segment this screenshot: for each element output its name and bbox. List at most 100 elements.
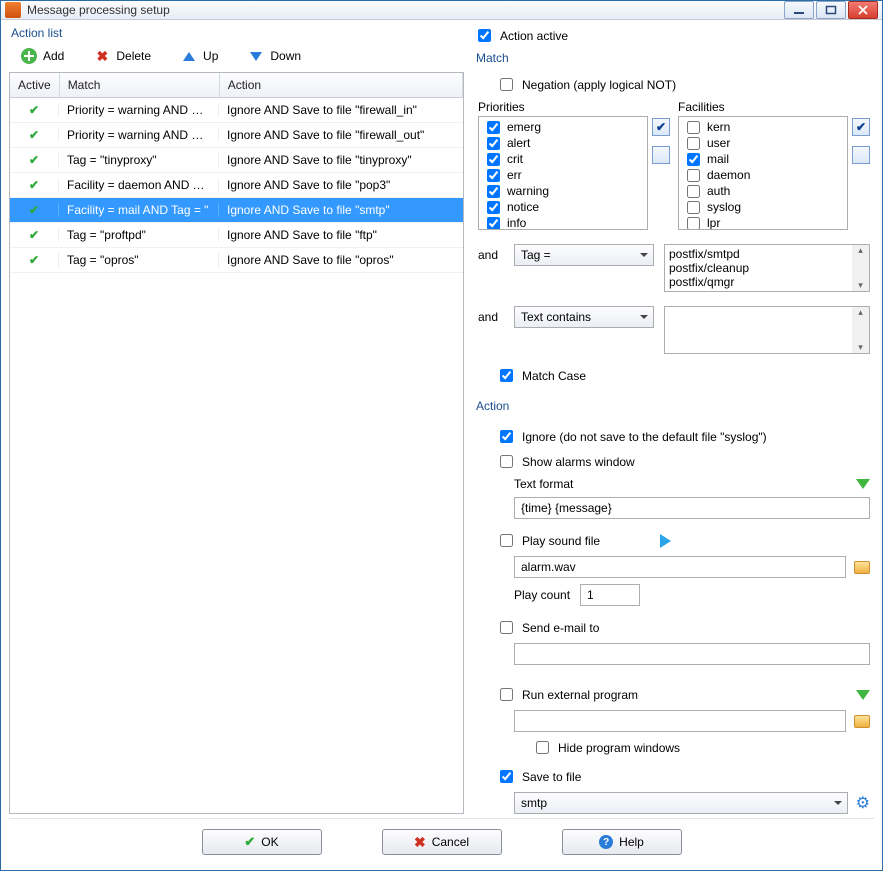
action-list-label: Action list [11, 26, 464, 40]
gear-icon[interactable]: ⚙ [856, 793, 870, 813]
sound-file-input[interactable]: alarm.wav [514, 556, 846, 578]
row-action: Ignore AND Save to file "firewall_out" [218, 128, 463, 142]
help-icon: ? [599, 835, 613, 849]
table-row[interactable]: ✔Facility = mail AND Tag = "Ignore AND S… [10, 198, 463, 223]
match-group-label: Match [476, 51, 874, 65]
active-check-icon: ✔ [29, 228, 39, 242]
show-alarms-checkbox[interactable]: Show alarms window [496, 452, 635, 471]
arrow-down-icon [250, 52, 262, 61]
check-icon: ✔ [244, 834, 255, 850]
priorities-list[interactable]: emergalertcriterrwarningnoticeinfodebug [478, 116, 648, 230]
row-match: Tag = "proftpd" [58, 228, 218, 242]
facility-item[interactable]: syslog [683, 199, 843, 215]
ok-button[interactable]: ✔ OK [202, 829, 322, 855]
priorities-clear-all[interactable] [652, 146, 670, 164]
email-input[interactable] [514, 643, 870, 665]
facilities-list[interactable]: kernusermaildaemonauthsysloglprnewsuucp [678, 116, 848, 230]
arrow-up-icon [183, 52, 195, 61]
col-match[interactable]: Match [60, 73, 220, 97]
minimize-button[interactable] [784, 1, 814, 19]
facilities-select-all[interactable]: ✔ [852, 118, 870, 136]
maximize-button[interactable] [816, 1, 846, 19]
row-action: Ignore AND Save to file "pop3" [218, 178, 463, 192]
down-button[interactable]: Down [248, 48, 301, 64]
browse-program-icon[interactable] [854, 715, 870, 728]
help-button[interactable]: ? Help [562, 829, 682, 855]
close-button[interactable] [848, 1, 878, 19]
facility-item[interactable]: user [683, 135, 843, 151]
play-sound-checkbox[interactable]: Play sound file [496, 531, 600, 550]
action-table: Active Match Action ✔ Priority = warning … [9, 72, 464, 814]
row-action: Ignore AND Save to file "tinyproxy" [218, 153, 463, 167]
table-row[interactable]: ✔ Priority = warning AND FacIgnore AND Sa… [10, 98, 463, 123]
row-action: Ignore AND Save to file "ftp" [218, 228, 463, 242]
titlebar: Message processing setup [1, 1, 882, 20]
row-match: Facility = mail AND Tag = " [58, 203, 218, 217]
external-program-input[interactable] [514, 710, 846, 732]
active-check-icon: ✔ [29, 253, 39, 267]
facility-item[interactable]: lpr [683, 215, 843, 230]
active-check-icon: ✔ [29, 178, 39, 192]
facility-item[interactable]: kern [683, 119, 843, 135]
up-button[interactable]: Up [181, 48, 218, 64]
priority-item[interactable]: emerg [483, 119, 643, 135]
save-file-dropdown[interactable]: smtp [514, 792, 848, 814]
text-values-box[interactable]: ▴▾ [664, 306, 870, 354]
table-row[interactable]: ✔Tag = "tinyproxy"Ignore AND Save to fil… [10, 148, 463, 173]
add-button[interactable]: Add [21, 48, 64, 64]
col-action[interactable]: Action [220, 73, 463, 97]
facility-item[interactable]: mail [683, 151, 843, 167]
ignore-checkbox[interactable]: Ignore (do not save to the default file … [496, 427, 870, 446]
delete-icon: ✖ [94, 48, 110, 64]
active-check-icon: ✔ [29, 203, 39, 217]
facility-item[interactable]: daemon [683, 167, 843, 183]
priorities-label: Priorities [478, 100, 670, 114]
text-mode-dropdown[interactable]: Text contains [514, 306, 654, 328]
table-row[interactable]: ✔ Priority = warning AND FacIgnore AND Sa… [10, 123, 463, 148]
run-external-checkbox[interactable]: Run external program [496, 685, 638, 704]
active-check-icon: ✔ [29, 128, 39, 142]
match-case-checkbox[interactable]: Match Case [496, 366, 870, 385]
priority-item[interactable]: warning [483, 183, 643, 199]
col-active[interactable]: Active [10, 73, 60, 97]
priorities-select-all[interactable]: ✔ [652, 118, 670, 136]
browse-sound-icon[interactable] [854, 561, 870, 574]
facilities-clear-all[interactable] [852, 146, 870, 164]
cancel-button[interactable]: ✖ Cancel [382, 829, 502, 855]
row-match: Priority = warning AND Fac [58, 128, 218, 142]
text-format-input[interactable]: {time} {message} [514, 497, 870, 519]
send-email-checkbox[interactable]: Send e-mail to [496, 618, 870, 637]
active-check-icon: ✔ [29, 153, 39, 167]
priority-item[interactable]: notice [483, 199, 643, 215]
cancel-icon: ✖ [414, 834, 426, 851]
action-group-label: Action [476, 399, 874, 413]
table-row[interactable]: ✔ Tag = "proftpd"Ignore AND Save to file … [10, 223, 463, 248]
play-count-input[interactable]: 1 [580, 584, 640, 606]
and2-label: and [478, 306, 504, 324]
priority-item[interactable]: crit [483, 151, 643, 167]
negation-checkbox[interactable]: Negation (apply logical NOT) [496, 75, 870, 94]
action-list-toolbar: Add ✖ Delete Up Down [9, 44, 464, 72]
priority-item[interactable]: info [483, 215, 643, 230]
save-to-file-checkbox[interactable]: Save to file [496, 767, 870, 786]
tag-values-box[interactable]: postfix/smtpd postfix/cleanup postfix/qm… [664, 244, 870, 292]
app-icon [5, 2, 21, 18]
window: Message processing setup Action list Add… [0, 0, 883, 871]
table-row[interactable]: ✔Tag = "opros"Ignore AND Save to file "o… [10, 248, 463, 273]
insert-text-icon[interactable] [856, 479, 870, 489]
active-check-icon: ✔ [29, 103, 39, 117]
play-icon[interactable] [660, 534, 671, 548]
hide-windows-checkbox[interactable]: Hide program windows [532, 738, 870, 757]
priority-item[interactable]: err [483, 167, 643, 183]
insert-program-icon[interactable] [856, 690, 870, 700]
priority-item[interactable]: alert [483, 135, 643, 151]
action-active-checkbox[interactable]: Action active [474, 26, 874, 45]
table-row[interactable]: ✔Facility = daemon AND TagIgnore AND Sav… [10, 173, 463, 198]
delete-button[interactable]: ✖ Delete [94, 48, 151, 64]
facility-item[interactable]: auth [683, 183, 843, 199]
row-action: Ignore AND Save to file "firewall_in" [218, 103, 463, 117]
text-format-label: Text format [514, 477, 573, 491]
tag-mode-dropdown[interactable]: Tag = [514, 244, 654, 266]
row-match: Priority = warning AND Fac [58, 103, 218, 117]
row-match: Tag = "opros" [58, 253, 218, 267]
